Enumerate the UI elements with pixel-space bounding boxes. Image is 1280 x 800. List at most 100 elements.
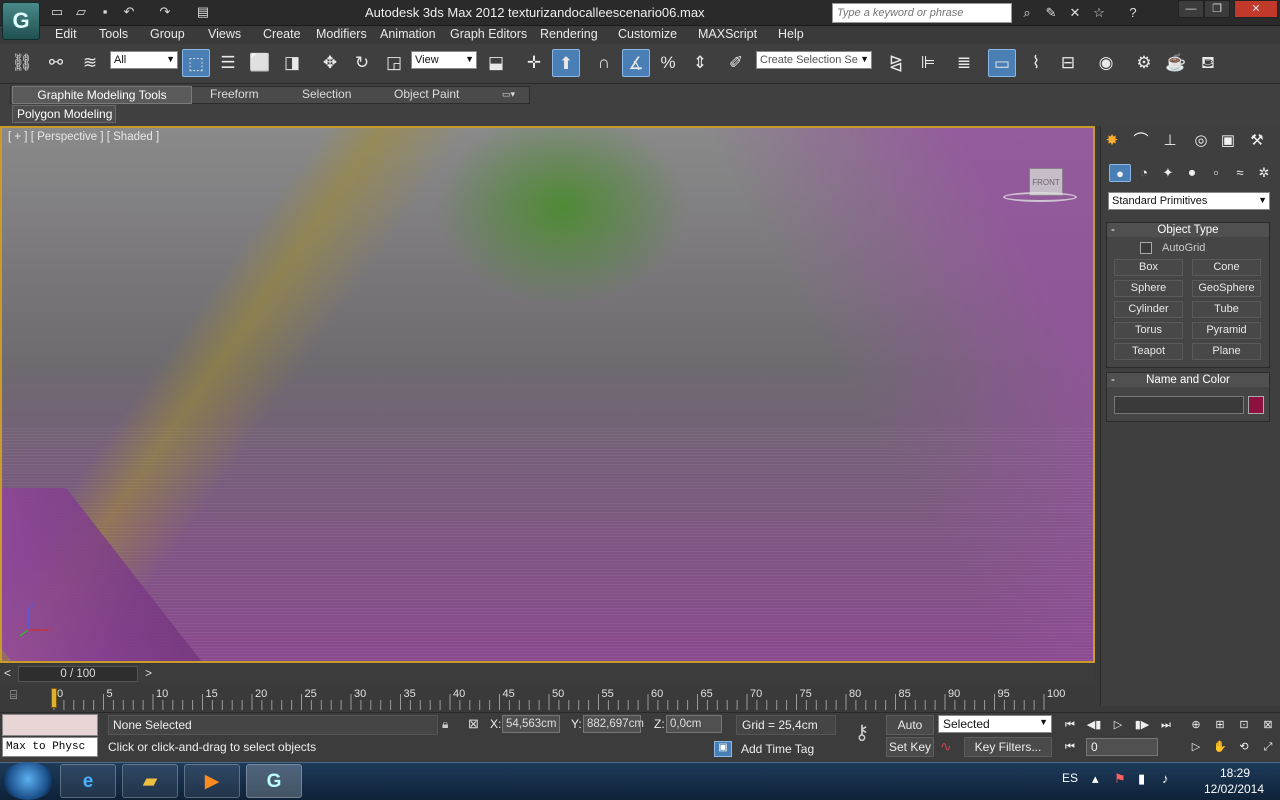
- material-editor-icon[interactable]: ◉: [1092, 49, 1120, 77]
- show-hidden-icons-icon[interactable]: ▴: [1092, 771, 1099, 787]
- object-category-dropdown[interactable]: Standard Primitives ▼: [1108, 192, 1270, 210]
- open-file-icon[interactable]: ▱: [72, 4, 90, 20]
- track-bar[interactable]: ⌸ 0 5 10 15 20 25 30 35 40 45 50 55 60 65 70 75 80 85 90 95…: [0, 684, 1095, 712]
- viewport-label[interactable]: [ + ] [ Perspective ] [ Shaded ]: [8, 131, 159, 143]
- curve-editor-icon[interactable]: ⌇: [1022, 49, 1050, 77]
- maxscript-mini-listener[interactable]: [2, 737, 98, 757]
- help-icon[interactable]: ?: [1124, 4, 1142, 22]
- utilities-tab-icon[interactable]: ⚒: [1245, 131, 1269, 151]
- time-cursor[interactable]: [51, 688, 57, 708]
- key-mode-dropdown[interactable]: Selected ▼: [938, 715, 1052, 733]
- select-and-manipulate-icon[interactable]: ✛: [520, 49, 548, 77]
- select-and-rotate-icon[interactable]: ↻: [348, 49, 376, 77]
- shapes-icon[interactable]: ◔: [1133, 164, 1155, 182]
- plane-button[interactable]: Plane: [1192, 343, 1261, 360]
- auto-key-button[interactable]: Auto Key: [886, 715, 934, 750]
- select-and-scale-icon[interactable]: ◲: [380, 49, 408, 77]
- z-coordinate-field[interactable]: 0,0cm: [666, 715, 722, 733]
- menu-customize[interactable]: Customize: [618, 27, 677, 41]
- redo-icon[interactable]: ↷: [156, 4, 174, 20]
- key-tangent-icon[interactable]: ∿: [940, 738, 952, 755]
- pyramid-button[interactable]: Pyramid: [1192, 322, 1261, 339]
- layer-manager-icon[interactable]: ≣: [950, 49, 978, 77]
- object-name-field[interactable]: [1114, 396, 1244, 414]
- binoculars-icon[interactable]: ⌕: [1018, 4, 1036, 22]
- add-time-tag[interactable]: Add Time Tag: [736, 740, 836, 758]
- orbit-icon[interactable]: ⟲: [1234, 738, 1254, 756]
- object-type-rollout-header[interactable]: - Object Type: [1107, 223, 1269, 237]
- rectangular-selection-icon[interactable]: ⬜: [246, 49, 274, 77]
- space-warps-icon[interactable]: ≈: [1229, 164, 1251, 182]
- keyboard-shortcut-override-icon[interactable]: ⬆: [552, 49, 580, 77]
- minimize-button[interactable]: —: [1178, 0, 1204, 18]
- window-crossing-icon[interactable]: ◨: [278, 49, 306, 77]
- 3ds-max-taskbar-icon[interactable]: G: [246, 764, 302, 798]
- x-coordinate-field[interactable]: 54,563cm: [502, 715, 560, 733]
- time-slider[interactable]: [0, 664, 1095, 684]
- spinner-snap-icon[interactable]: ⇕: [686, 49, 714, 77]
- absolute-mode-transform-icon[interactable]: ⊠: [468, 716, 479, 732]
- cylinder-button[interactable]: Cylinder: [1114, 301, 1183, 318]
- tab-freeform[interactable]: Freeform: [210, 87, 259, 101]
- unlink-selection-icon[interactable]: ⚯: [42, 49, 70, 77]
- play-icon[interactable]: ▷: [1108, 716, 1128, 734]
- hierarchy-tab-icon[interactable]: ⊥: [1158, 131, 1182, 151]
- systems-icon[interactable]: ✲: [1253, 164, 1275, 182]
- menu-create[interactable]: Create: [263, 27, 301, 41]
- geosphere-button[interactable]: GeoSphere: [1192, 280, 1261, 297]
- go-to-end-icon[interactable]: ⏭: [1156, 716, 1176, 734]
- menu-tools[interactable]: Tools: [99, 27, 128, 41]
- tab-graphite-modeling-tools[interactable]: Graphite Modeling Tools: [12, 86, 192, 104]
- mirror-icon[interactable]: ⧎: [882, 49, 910, 77]
- current-frame-field[interactable]: 0: [1086, 738, 1158, 756]
- helpers-icon[interactable]: ▫: [1205, 164, 1227, 182]
- key-mode-toggle-icon[interactable]: ⏮: [1060, 738, 1080, 756]
- language-indicator[interactable]: ES: [1062, 771, 1078, 785]
- select-and-move-icon[interactable]: ✥: [316, 49, 344, 77]
- maximize-button[interactable]: ❐: [1204, 0, 1230, 18]
- lights-icon[interactable]: ✦: [1157, 164, 1179, 182]
- internet-explorer-icon[interactable]: e: [60, 764, 116, 798]
- start-button[interactable]: [2, 762, 54, 800]
- motion-tab-icon[interactable]: ◎: [1189, 131, 1213, 151]
- new-file-icon[interactable]: ▭: [48, 4, 66, 20]
- undo-icon[interactable]: ↶: [120, 4, 138, 20]
- ribbon-panel-polygon-modeling[interactable]: Polygon Modeling: [12, 105, 116, 123]
- network-icon[interactable]: ▮: [1138, 771, 1145, 787]
- select-and-link-icon[interactable]: ⛓: [8, 49, 36, 77]
- menu-maxscript[interactable]: MAXScript: [698, 27, 757, 41]
- pivot-center-icon[interactable]: ⬓: [482, 49, 510, 77]
- sphere-button[interactable]: Sphere: [1114, 280, 1183, 297]
- zoom-extents-all-icon[interactable]: ⊠: [1258, 716, 1278, 734]
- time-tag-icon[interactable]: ▣: [714, 741, 732, 757]
- menu-modifiers[interactable]: Modifiers: [316, 27, 367, 41]
- next-frame-arrow-icon[interactable]: >: [145, 666, 152, 680]
- menu-graph-editors[interactable]: Graph Editors: [450, 27, 527, 41]
- zoom-extents-icon[interactable]: ⊡: [1234, 716, 1254, 734]
- clock-time[interactable]: 18:29: [1210, 766, 1260, 780]
- teapot-button[interactable]: Teapot: [1114, 343, 1183, 360]
- previous-frame-icon[interactable]: ◀▮: [1084, 716, 1104, 734]
- select-object-icon[interactable]: ⬚: [182, 49, 210, 77]
- communication-center-icon[interactable]: ✕: [1066, 4, 1084, 22]
- viewcube-compass-ring[interactable]: [1003, 192, 1077, 202]
- save-file-icon[interactable]: ▪: [96, 4, 114, 20]
- y-coordinate-field[interactable]: 882,697cm: [583, 715, 644, 733]
- align-icon[interactable]: ⊫: [914, 49, 942, 77]
- selection-filter-dropdown[interactable]: All ▼: [110, 51, 178, 69]
- bind-to-space-warp-icon[interactable]: ≋: [76, 49, 104, 77]
- application-menu-button[interactable]: G: [2, 2, 40, 40]
- media-player-icon[interactable]: ▶: [184, 764, 240, 798]
- menu-group[interactable]: Group: [150, 27, 185, 41]
- zoom-icon[interactable]: ⊕: [1186, 716, 1206, 734]
- cameras-icon[interactable]: ⏺: [1181, 164, 1203, 182]
- display-tab-icon[interactable]: ▣: [1216, 131, 1240, 151]
- infocenter-search-input[interactable]: [832, 3, 1012, 23]
- graphite-toggle-icon[interactable]: ▭: [988, 49, 1016, 77]
- set-key-icon[interactable]: ⚷: [846, 720, 878, 750]
- tube-button[interactable]: Tube: [1192, 301, 1261, 318]
- menu-rendering[interactable]: Rendering: [540, 27, 598, 41]
- project-folder-icon[interactable]: ▤: [194, 4, 212, 20]
- select-by-name-icon[interactable]: ☰: [214, 49, 242, 77]
- menu-views[interactable]: Views: [208, 27, 241, 41]
